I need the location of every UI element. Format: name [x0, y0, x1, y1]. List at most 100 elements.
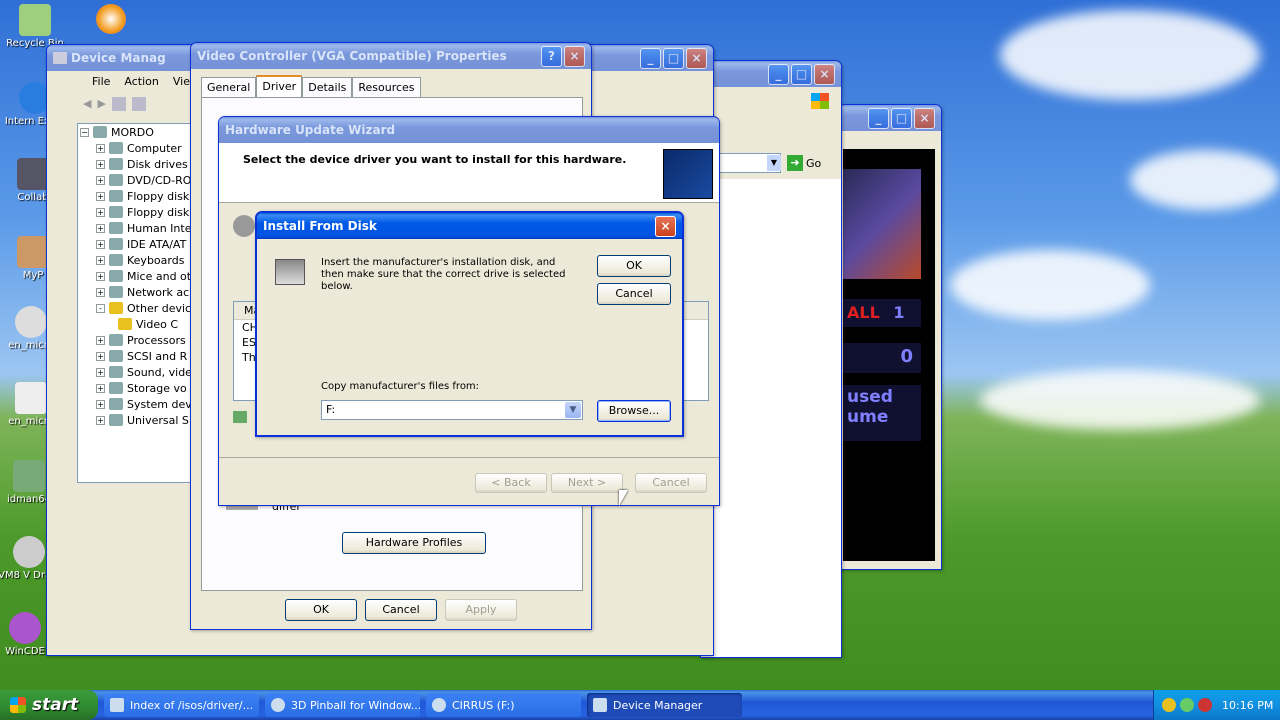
menu-action[interactable]: Action: [117, 75, 165, 88]
pinball-titlebar: _ □ ×: [839, 105, 941, 131]
collapse-icon[interactable]: −: [80, 127, 89, 137]
tree-item[interactable]: + Human Inte: [78, 220, 192, 236]
cancel-button[interactable]: Cancel: [635, 473, 707, 493]
hardware-profiles-button[interactable]: Hardware Profiles: [342, 532, 486, 554]
tree-item-label: Sound, vide: [127, 365, 192, 379]
close-button[interactable]: ×: [686, 47, 707, 69]
back-arrow-icon[interactable]: ◀: [83, 97, 91, 111]
collapse-icon[interactable]: -: [96, 303, 105, 313]
tree-item[interactable]: + Sound, vide: [78, 364, 192, 380]
tree-item[interactable]: + Floppy disk: [78, 204, 192, 220]
expand-icon[interactable]: +: [96, 415, 105, 425]
tree-item[interactable]: + DVD/CD-RO: [78, 172, 192, 188]
expand-icon[interactable]: +: [96, 383, 105, 393]
tab-driver[interactable]: Driver: [256, 75, 303, 97]
taskbar-item-cirrus[interactable]: CIRRUS (F:): [426, 693, 581, 717]
cancel-button[interactable]: Cancel: [365, 599, 437, 621]
start-button[interactable]: start: [0, 690, 98, 720]
close-button[interactable]: ×: [655, 215, 676, 237]
minimize-button[interactable]: _: [768, 63, 789, 85]
expand-icon[interactable]: +: [96, 207, 105, 217]
tree-item[interactable]: + Processors: [78, 332, 192, 348]
expand-icon[interactable]: +: [96, 223, 105, 233]
recycle-bin-icon[interactable]: Recycle Bin: [0, 4, 70, 49]
tree-item[interactable]: Video C: [78, 316, 192, 332]
expand-icon[interactable]: +: [96, 399, 105, 409]
tree-item[interactable]: + Mice and ot: [78, 268, 192, 284]
tree-root-label: MORDO: [111, 125, 154, 139]
tree-item[interactable]: + Storage vo: [78, 380, 192, 396]
expand-icon[interactable]: +: [96, 159, 105, 169]
network-icon[interactable]: [1180, 698, 1194, 712]
cancel-button[interactable]: Cancel: [597, 283, 671, 305]
pinball-game[interactable]: ALL 1 0 used ume: [843, 149, 935, 561]
expand-icon[interactable]: +: [96, 335, 105, 345]
security-shield-icon[interactable]: [1162, 698, 1176, 712]
path-combobox[interactable]: F: ▼: [321, 400, 583, 420]
browse-button[interactable]: Browse...: [597, 400, 671, 422]
tree-item[interactable]: + Floppy disk: [78, 188, 192, 204]
expand-icon[interactable]: +: [96, 175, 105, 185]
chevron-down-icon[interactable]: ▼: [565, 402, 581, 418]
close-button[interactable]: ×: [564, 45, 585, 67]
unknown-device-icon: [118, 318, 132, 330]
expand-icon[interactable]: +: [96, 191, 105, 201]
device-category-icon: [109, 302, 123, 314]
tree-item-label: Computer: [127, 141, 182, 155]
maximize-button[interactable]: □: [791, 63, 812, 85]
taskbar-item-index[interactable]: Index of /isos/driver/...: [104, 693, 259, 717]
tree-item[interactable]: + Keyboards: [78, 252, 192, 268]
pinball-icon: [271, 698, 285, 712]
back-button[interactable]: < Back: [475, 473, 547, 493]
expand-icon[interactable]: +: [96, 287, 105, 297]
apply-button[interactable]: Apply: [445, 599, 517, 621]
tab-details[interactable]: Details: [302, 77, 353, 97]
media-player-icon[interactable]: [96, 4, 126, 34]
minimize-button[interactable]: _: [640, 47, 661, 69]
tree-item-label: System dev: [127, 397, 192, 411]
device-manager-icon: [593, 698, 607, 712]
address-dropdown-icon[interactable]: ▼: [767, 155, 781, 171]
help-button[interactable]: ?: [541, 45, 562, 67]
antivirus-icon[interactable]: [1198, 698, 1212, 712]
pinball-status: used ume: [843, 385, 921, 441]
tree-item[interactable]: + IDE ATA/AT: [78, 236, 192, 252]
taskbar-item-pinball[interactable]: 3D Pinball for Window...: [265, 693, 420, 717]
expand-icon[interactable]: +: [96, 351, 105, 361]
maximize-button[interactable]: □: [891, 107, 912, 129]
tab-resources[interactable]: Resources: [352, 77, 421, 97]
path-value[interactable]: F:: [326, 403, 335, 416]
ok-button[interactable]: OK: [597, 255, 671, 277]
close-button[interactable]: ×: [914, 107, 935, 129]
forward-arrow-icon[interactable]: ▶: [97, 97, 105, 111]
tree-item[interactable]: + Computer: [78, 140, 192, 156]
dialog-title: Install From Disk: [263, 219, 377, 233]
scan-icon[interactable]: [131, 97, 146, 111]
taskbar-item-device-manager[interactable]: Device Manager: [587, 693, 742, 717]
properties-icon[interactable]: [111, 97, 126, 111]
tree-item[interactable]: + SCSI and R: [78, 348, 192, 364]
minimize-button[interactable]: _: [868, 107, 889, 129]
tree-item[interactable]: + Universal S: [78, 412, 192, 428]
expand-icon[interactable]: +: [96, 239, 105, 249]
tree-item[interactable]: + Network ac: [78, 284, 192, 300]
go-button[interactable]: ➜ Go: [787, 155, 821, 171]
tree-item[interactable]: + Disk drives: [78, 156, 192, 172]
menu-file[interactable]: File: [85, 75, 117, 88]
expand-icon[interactable]: +: [96, 255, 105, 265]
expand-icon[interactable]: +: [96, 271, 105, 281]
maximize-button[interactable]: □: [663, 47, 684, 69]
tree-item[interactable]: + System dev: [78, 396, 192, 412]
expand-icon[interactable]: +: [96, 143, 105, 153]
ok-button[interactable]: OK: [285, 599, 357, 621]
tree-root[interactable]: − MORDO: [78, 124, 192, 140]
close-button[interactable]: ×: [814, 63, 835, 85]
tab-general[interactable]: General: [201, 77, 257, 97]
clock[interactable]: 10:16 PM: [1222, 699, 1273, 712]
tree-item[interactable]: - Other devic: [78, 300, 192, 316]
expand-icon[interactable]: +: [96, 367, 105, 377]
go-arrow-icon: ➜: [787, 155, 803, 171]
desktop-icon-label: MyP: [22, 270, 44, 281]
wizard-heading: Select the device driver you want to ins…: [243, 153, 627, 166]
next-button[interactable]: Next >: [551, 473, 623, 493]
